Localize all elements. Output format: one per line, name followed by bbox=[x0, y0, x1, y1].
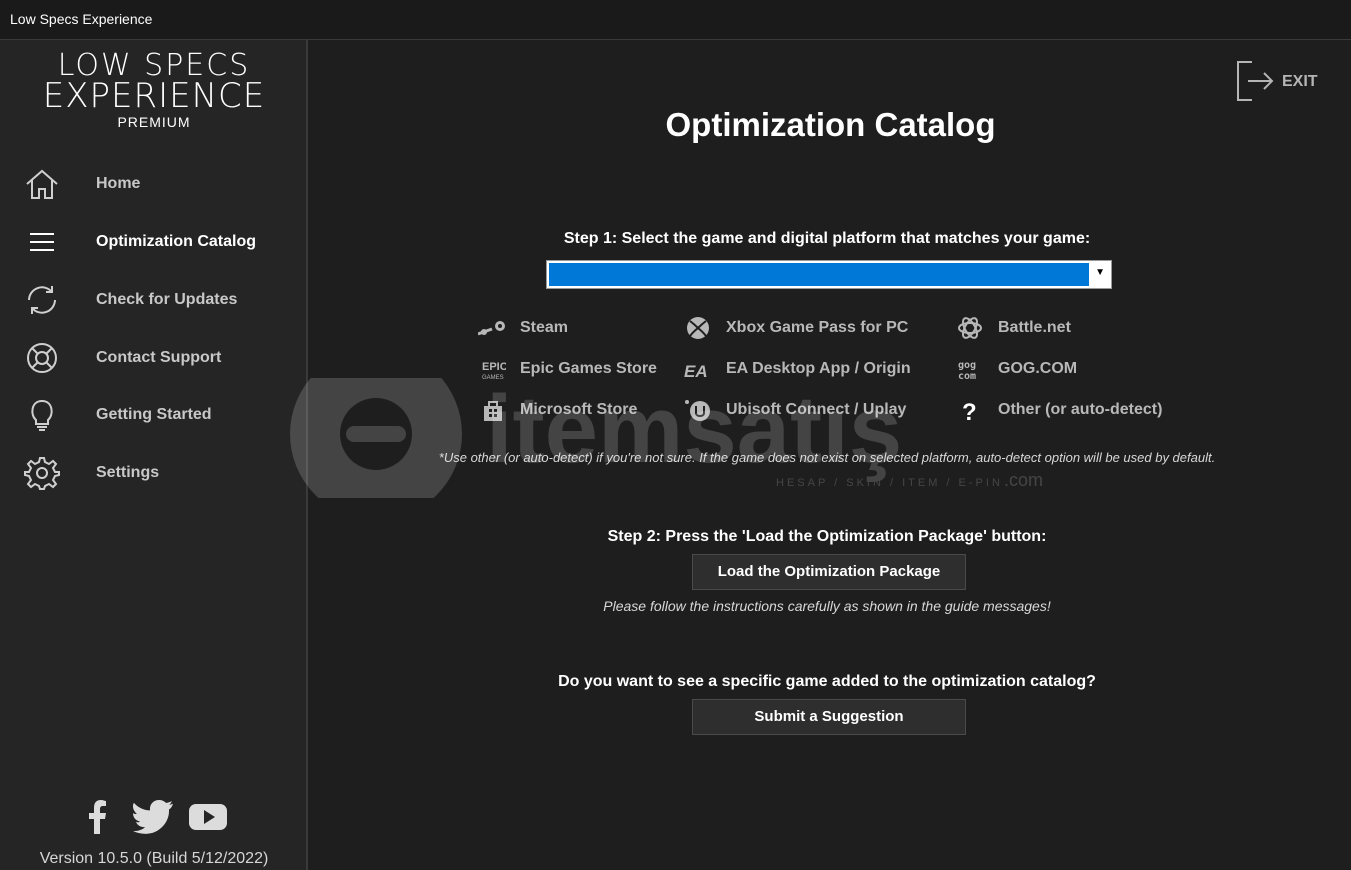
game-platform-select[interactable]: ▼ bbox=[546, 260, 1112, 289]
page-title: Optimization Catalog bbox=[665, 106, 996, 143]
nav-label-getting-started: Getting Started bbox=[96, 406, 212, 423]
gear-icon bbox=[24, 457, 60, 490]
nav-item-getting-started[interactable]: Getting Started bbox=[0, 389, 306, 441]
platform-label: Battle.net bbox=[998, 319, 1071, 336]
suggestion-question: Do you want to see a specific game added… bbox=[558, 673, 1096, 690]
ubisoft-icon bbox=[685, 400, 710, 421]
version-text: Version 10.5.0 (Build 5/12/2022) bbox=[39, 850, 269, 867]
select-value bbox=[549, 263, 1089, 286]
microsoft-store-icon bbox=[484, 401, 502, 421]
xbox-icon bbox=[687, 317, 709, 339]
svg-text:EA: EA bbox=[684, 362, 708, 381]
nav-item-optimization-catalog[interactable]: Optimization Catalog bbox=[0, 216, 306, 268]
platform-label: Other (or auto-detect) bbox=[998, 401, 1163, 418]
nav-label-settings: Settings bbox=[96, 464, 160, 481]
platform-label: Steam bbox=[520, 319, 569, 336]
menu-icon bbox=[30, 233, 54, 251]
youtube-icon[interactable] bbox=[189, 800, 227, 834]
home-icon bbox=[26, 169, 58, 199]
sidebar: LOW SPECS EXPERIENCE PREMIUM Home Optimi… bbox=[0, 40, 308, 870]
facebook-icon[interactable] bbox=[86, 800, 110, 834]
battlenet-icon bbox=[958, 317, 982, 339]
guide-hint: Please follow the instructions carefully… bbox=[603, 598, 1051, 614]
nav-item-settings[interactable]: Settings bbox=[0, 447, 306, 499]
steam-icon bbox=[478, 321, 505, 336]
platform-label: Ubisoft Connect / Uplay bbox=[726, 401, 907, 418]
step2-instruction: Step 2: Press the 'Load the Optimization… bbox=[607, 528, 1047, 545]
svg-text:GAMES: GAMES bbox=[482, 375, 504, 381]
app-logo: LOW SPECS EXPERIENCE PREMIUM bbox=[0, 51, 308, 131]
nav-label-home: Home bbox=[96, 175, 141, 192]
svg-text:?: ? bbox=[962, 399, 977, 422]
gog-icon: gog com bbox=[958, 360, 976, 381]
nav-item-check-for-updates[interactable]: Check for Updates bbox=[0, 274, 306, 326]
epic-games-icon: EPIC GAMES bbox=[482, 361, 506, 381]
exit-label: EXIT bbox=[1282, 73, 1318, 90]
nav-label-optimization-catalog: Optimization Catalog bbox=[96, 233, 256, 250]
platform-note: *Use other (or auto-detect) if you're no… bbox=[438, 450, 1216, 465]
platform-label: GOG.COM bbox=[998, 360, 1078, 377]
svg-text:gog: gog bbox=[958, 360, 976, 371]
chevron-down-icon[interactable]: ▼ bbox=[1095, 267, 1105, 278]
nav-item-home[interactable]: Home bbox=[0, 158, 306, 210]
platform-label: Xbox Game Pass for PC bbox=[726, 319, 909, 336]
nav-label-check-for-updates: Check for Updates bbox=[96, 291, 238, 308]
logo-line-3: PREMIUM bbox=[117, 114, 191, 130]
platform-label: Epic Games Store bbox=[520, 360, 657, 377]
lifebuoy-icon bbox=[27, 343, 57, 373]
submit-suggestion-button[interactable]: Submit a Suggestion bbox=[692, 699, 966, 735]
refresh-icon bbox=[28, 286, 56, 314]
load-optimization-package-button[interactable]: Load the Optimization Package bbox=[692, 554, 966, 590]
platform-label: Microsoft Store bbox=[520, 401, 638, 418]
question-icon: ? bbox=[962, 399, 977, 422]
logo-line-2: EXPERIENCE bbox=[42, 76, 266, 116]
twitter-icon[interactable] bbox=[133, 800, 173, 834]
step1-instruction: Step 1: Select the game and digital plat… bbox=[563, 230, 1091, 247]
main-content: EXIT Optimization Catalog Step 1: Select… bbox=[310, 40, 1351, 870]
window-titlebar: Low Specs Experience bbox=[0, 0, 1351, 40]
window-title: Low Specs Experience bbox=[10, 11, 153, 27]
exit-icon bbox=[1237, 61, 1274, 101]
svg-text:com: com bbox=[958, 371, 976, 381]
nav-item-contact-support[interactable]: Contact Support bbox=[0, 332, 306, 384]
exit-button[interactable]: EXIT bbox=[1234, 58, 1324, 104]
platform-label: EA Desktop App / Origin bbox=[726, 360, 911, 377]
ea-icon: EA bbox=[684, 362, 708, 381]
nav-label-contact-support: Contact Support bbox=[96, 349, 222, 366]
lightbulb-icon bbox=[31, 399, 53, 431]
svg-text:EPIC: EPIC bbox=[482, 361, 506, 373]
